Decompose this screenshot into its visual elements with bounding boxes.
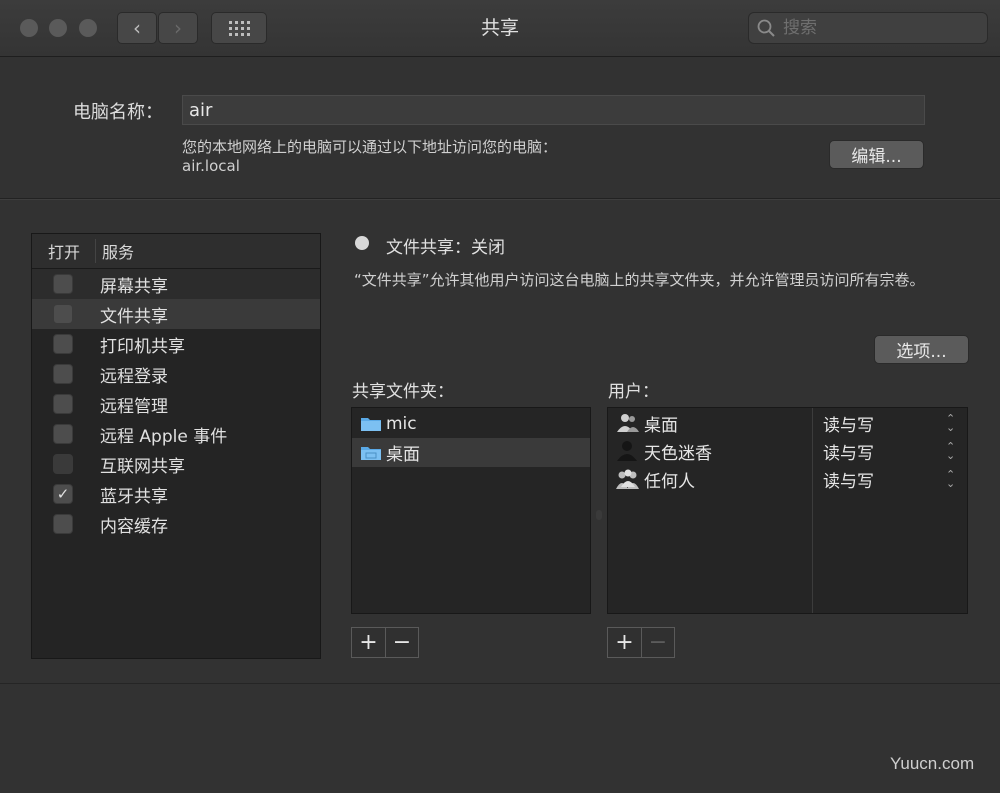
folder-row[interactable]: mic (352, 409, 590, 438)
options-button[interactable]: 选项... (874, 335, 969, 364)
service-row-remote-apple-events[interactable]: 远程 Apple 事件 (32, 419, 320, 449)
group-icon (617, 414, 639, 432)
service-label: 文件共享 (100, 306, 168, 327)
users-list: 桌面 读与写 ⌃ ⌄ 天色迷香 读与写 ⌃ ⌄ 任何人 读与写 ⌃ ⌄ (607, 407, 968, 614)
chevron-right-icon: › (174, 16, 182, 40)
service-label: 远程管理 (100, 396, 168, 417)
user-name: 任何人 (644, 471, 695, 492)
close-window-button[interactable] (20, 19, 38, 37)
permission-value[interactable]: 读与写 (823, 439, 874, 464)
service-row-internet-sharing[interactable]: 互联网共享 (32, 449, 320, 479)
service-checkbox[interactable] (53, 364, 73, 384)
header-service[interactable]: 服务 (96, 239, 134, 263)
chevron-left-icon: ‹ (133, 16, 141, 40)
user-row[interactable]: 天色迷香 读与写 ⌃ ⌄ (608, 437, 967, 465)
permission-value[interactable]: 读与写 (823, 467, 874, 492)
service-description: “文件共享”允许其他用户访问这台电脑上的共享文件夹，并允许管理员访问所有宗卷。 (354, 271, 925, 289)
permission-value[interactable]: 读与写 (823, 411, 874, 436)
add-user-button[interactable]: + (608, 628, 641, 657)
user-name-cell: 天色迷香 (616, 439, 712, 464)
back-button[interactable]: ‹ (117, 12, 157, 44)
service-label: 远程 Apple 事件 (100, 426, 228, 447)
minimize-window-button[interactable] (49, 19, 67, 37)
service-checkbox-checked[interactable]: ✓ (53, 484, 73, 504)
remove-folder-button[interactable]: − (385, 628, 418, 657)
search-field[interactable] (748, 12, 988, 44)
address-note: 您的本地网络上的电脑可以通过以下地址访问您的电脑： (182, 138, 558, 156)
user-name-cell: 桌面 (616, 411, 678, 436)
service-label: 屏幕共享 (100, 276, 168, 297)
user-name: 桌面 (644, 415, 678, 436)
services-list: 打开 服务 屏幕共享 文件共享 打印机共享 远程登录 远程管理 远程 Apple… (31, 233, 321, 659)
bottom-divider (0, 683, 1000, 684)
computer-name-input[interactable] (182, 95, 925, 125)
folders-add-remove: + − (351, 627, 419, 658)
local-address: air.local (182, 157, 240, 175)
users-add-remove: + − (607, 627, 675, 658)
services-header: 打开 服务 (32, 234, 320, 269)
users-label: 用户： (608, 382, 659, 402)
service-row-content-caching[interactable]: 内容缓存 (32, 509, 320, 539)
forward-button[interactable]: › (158, 12, 198, 44)
remove-user-button[interactable]: − (641, 628, 674, 657)
header-open[interactable]: 打开 (32, 239, 96, 263)
service-row-screen-sharing[interactable]: 屏幕共享 (32, 269, 320, 299)
folder-icon (361, 418, 381, 431)
show-all-button[interactable] (211, 12, 267, 44)
service-checkbox[interactable] (53, 394, 73, 414)
permission-stepper-icon[interactable]: ⌃ ⌄ (946, 441, 955, 461)
watermark: Yuucn.com (890, 754, 975, 773)
service-label: 蓝牙共享 (100, 486, 168, 507)
service-row-remote-login[interactable]: 远程登录 (32, 359, 320, 389)
user-name-cell: 任何人 (616, 467, 695, 492)
user-name: 天色迷香 (644, 443, 712, 464)
sharing-status: 文件共享：关闭 (386, 238, 505, 258)
shared-folders-label: 共享文件夹： (352, 382, 454, 402)
service-label: 打印机共享 (100, 336, 185, 357)
folder-name: mic (386, 413, 417, 434)
service-label: 内容缓存 (100, 516, 168, 537)
permission-stepper-icon[interactable]: ⌃ ⌄ (946, 469, 955, 489)
add-folder-button[interactable]: + (352, 628, 385, 657)
everyone-icon (616, 469, 639, 489)
computer-name-label: 电脑名称： (73, 102, 163, 123)
service-row-bluetooth-sharing[interactable]: ✓ 蓝牙共享 (32, 479, 320, 509)
zoom-window-button[interactable] (79, 19, 97, 37)
status-indicator (355, 236, 369, 250)
service-label: 互联网共享 (100, 456, 185, 477)
grid-icon (228, 20, 250, 36)
service-checkbox[interactable] (53, 454, 73, 474)
service-checkbox[interactable] (53, 424, 73, 444)
edit-button[interactable]: 编辑... (829, 140, 924, 169)
search-icon (757, 19, 775, 37)
split-handle[interactable] (596, 510, 602, 520)
folder-name: 桌面 (386, 445, 420, 465)
checkmark-icon: ✓ (56, 485, 70, 503)
service-checkbox[interactable] (53, 274, 73, 294)
service-row-remote-management[interactable]: 远程管理 (32, 389, 320, 419)
user-icon (617, 441, 637, 461)
service-row-file-sharing[interactable]: 文件共享 (32, 299, 320, 329)
service-label: 远程登录 (100, 366, 168, 387)
title-bar: ‹ › 共享 (0, 0, 1000, 57)
user-row[interactable]: 任何人 读与写 ⌃ ⌄ (608, 465, 967, 493)
section-divider-highlight (0, 199, 1000, 200)
permission-stepper-icon[interactable]: ⌃ ⌄ (946, 413, 955, 433)
user-row[interactable]: 桌面 读与写 ⌃ ⌄ (608, 409, 967, 437)
shared-folders-list: mic 桌面 (351, 407, 591, 614)
service-row-printer-sharing[interactable]: 打印机共享 (32, 329, 320, 359)
service-checkbox[interactable] (53, 334, 73, 354)
service-checkbox[interactable] (53, 304, 73, 324)
folder-row-selected[interactable]: 桌面 (352, 438, 590, 467)
search-input[interactable] (783, 18, 973, 38)
service-checkbox[interactable] (53, 514, 73, 534)
folder-icon (361, 447, 381, 460)
